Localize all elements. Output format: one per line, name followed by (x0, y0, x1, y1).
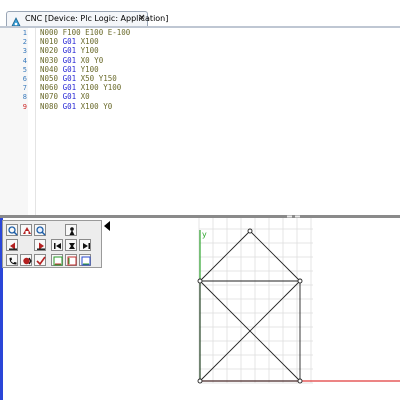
tab-title: CNC [Device: Plc Logic: Application] (25, 14, 169, 23)
cnc-preview-pane: y (0, 218, 400, 400)
xy-plane-icon[interactable] (51, 254, 63, 266)
g-code-token: G01 (62, 64, 77, 74)
code-line[interactable]: N080 G01 X100 Y0 (40, 101, 113, 111)
y-axis-label: y (202, 230, 207, 239)
code-token: Y100 (76, 46, 99, 56)
g-code-token: G01 (62, 83, 77, 93)
code-token: X50 Y150 (76, 74, 117, 83)
code-token: N000 (40, 28, 63, 37)
tab-strip: CNC [Device: Plc Logic: Application] × (0, 0, 400, 28)
code-token: N060 (40, 83, 63, 93)
code-token: N020 (40, 46, 63, 56)
phone-icon[interactable] (6, 254, 18, 266)
code-token: N010 (40, 37, 63, 47)
line-number: 7 (22, 84, 27, 93)
checkmark-icon[interactable] (34, 254, 46, 266)
record-icon[interactable] (20, 254, 32, 266)
code-token: N070 (40, 92, 63, 102)
line-number: 5 (22, 65, 27, 74)
zoom-out-icon[interactable] (34, 224, 46, 236)
path-segment (249, 230, 301, 282)
g-code-token: G01 (62, 55, 77, 65)
g-code-token: G01 (62, 92, 77, 102)
path-vertex (297, 278, 303, 284)
code-token: X0 (76, 92, 90, 102)
code-line[interactable]: N050 G01 X50 Y150 (40, 75, 117, 83)
code-line[interactable]: N020 G01 Y100 (40, 47, 99, 55)
tab-close-button[interactable]: × (138, 12, 146, 25)
code-token: X100 Y100 (76, 83, 122, 93)
code-token: N080 (40, 101, 63, 111)
step-icon[interactable] (65, 239, 77, 251)
move-left-icon[interactable] (6, 239, 18, 251)
zoom-in-icon[interactable] (6, 224, 18, 236)
gutter-separator (35, 28, 36, 215)
line-number: 6 (22, 75, 27, 83)
xz-plane-icon[interactable] (65, 254, 77, 266)
cnc-editor-icon (10, 13, 22, 27)
zoom-fit-icon[interactable] (20, 224, 32, 236)
code-line[interactable]: N070 G01 X0 (40, 93, 90, 101)
line-number: 3 (22, 47, 27, 56)
step-forward-icon[interactable] (79, 239, 91, 251)
step-back-icon[interactable] (51, 239, 63, 251)
line-number-gutter: 123456789 (0, 28, 28, 215)
path-segment (199, 230, 251, 282)
code-token: X0 Y0 (76, 55, 104, 65)
code-token: Y100 (76, 64, 99, 74)
code-token: N040 (40, 64, 63, 74)
g-code-token: G01 (62, 46, 77, 56)
code-line[interactable]: N000 F100 E100 E-100 (40, 29, 130, 37)
pawn-icon[interactable] (65, 224, 77, 236)
path-vertex (247, 228, 253, 234)
move-right-icon[interactable] (34, 239, 46, 251)
path-vertex (197, 378, 203, 384)
code-token: N030 (40, 55, 63, 65)
code-token: F100 E100 E-100 (62, 28, 131, 37)
code-line[interactable]: N060 G01 X100 Y100 (40, 84, 121, 92)
code-line[interactable]: N030 G01 X0 Y0 (40, 55, 104, 65)
g-code-token: G01 (62, 74, 77, 83)
preview-toolbar (2, 220, 102, 268)
code-line[interactable]: N040 G01 Y100 (40, 64, 99, 74)
line-number: 8 (22, 93, 27, 102)
code-token: N050 (40, 74, 63, 83)
tab-cnc[interactable]: CNC [Device: Plc Logic: Application] × (6, 11, 168, 27)
line-number: 1 (22, 29, 27, 37)
g-code-token: G01 (62, 101, 77, 111)
line-number: 4 (22, 56, 27, 65)
collapse-arrow-icon[interactable] (104, 221, 110, 231)
g-code-token: G01 (62, 37, 77, 47)
code-line[interactable]: N010 G01 X100 (40, 38, 99, 46)
code-token: X100 (76, 37, 99, 47)
path-vertex (197, 278, 203, 284)
code-token: X100 Y0 (76, 101, 113, 111)
line-number: 9 (22, 102, 27, 111)
path-vertex (297, 378, 303, 384)
yz-plane-icon[interactable] (79, 254, 91, 266)
line-number: 2 (22, 38, 27, 47)
cnc-code-editor[interactable]: 123456789 N000 F100 E100 E-100 N010 G01 X… (0, 28, 400, 215)
